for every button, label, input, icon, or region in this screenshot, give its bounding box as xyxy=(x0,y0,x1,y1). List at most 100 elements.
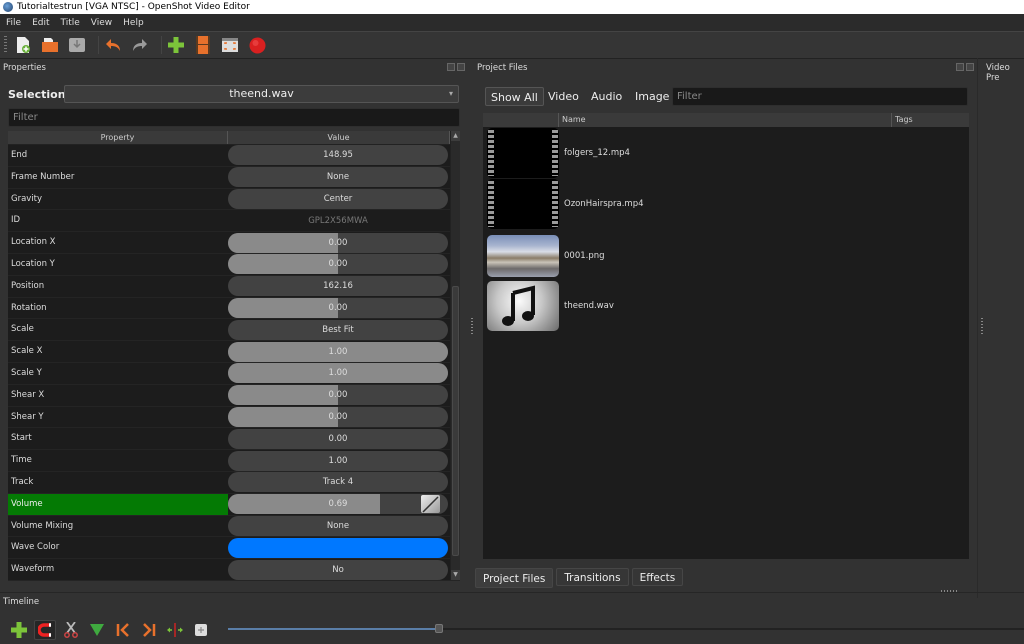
property-row[interactable]: ID GPL2X56MWA xyxy=(8,210,460,233)
choose-profile-button[interactable] xyxy=(193,35,213,55)
property-row[interactable]: Shear X 0.00 xyxy=(8,385,460,407)
property-value-field[interactable]: Track 4 xyxy=(228,472,448,493)
scroll-down-icon[interactable]: ▼ xyxy=(451,570,460,580)
fullscreen-button[interactable] xyxy=(220,35,240,55)
properties-filter-input[interactable]: Filter xyxy=(8,108,460,127)
property-value-field[interactable]: 148.95 xyxy=(228,145,448,166)
property-row[interactable]: Location X 0.00 xyxy=(8,232,460,254)
image-thumbnail xyxy=(487,235,559,277)
import-files-button[interactable] xyxy=(166,35,186,55)
slider-fill xyxy=(228,232,338,253)
float-dock-icon[interactable] xyxy=(956,63,964,71)
filter-video-button[interactable]: Video xyxy=(543,87,584,106)
property-value-field[interactable]: 162.16 xyxy=(228,276,448,297)
toolbar-grip[interactable] xyxy=(4,36,7,54)
property-slider[interactable]: 0.00 xyxy=(228,254,448,275)
property-name: Track xyxy=(11,476,34,487)
property-row[interactable]: Location Y 0.00 xyxy=(8,254,460,276)
keyframe-interpolation-icon[interactable] xyxy=(421,495,440,514)
file-item[interactable]: 0001.png xyxy=(487,231,787,281)
property-value-field[interactable]: No xyxy=(228,559,448,580)
property-row[interactable]: Waveform No xyxy=(8,559,460,581)
property-row[interactable]: Track Track 4 xyxy=(8,472,460,494)
dock-splitter-handle[interactable] xyxy=(471,318,473,336)
property-value-cell: 1.00 xyxy=(228,450,448,471)
add-marker-button[interactable] xyxy=(86,620,108,640)
file-item[interactable]: OzonHairspra.mp4 xyxy=(487,179,787,229)
previous-marker-button[interactable] xyxy=(112,620,134,640)
property-row[interactable]: Shear Y 0.00 xyxy=(8,406,460,429)
menu-title[interactable]: Title xyxy=(61,18,80,28)
razor-tool-button[interactable] xyxy=(60,620,82,640)
property-value-cell: Center xyxy=(228,188,448,209)
add-track-button[interactable] xyxy=(8,620,30,640)
close-dock-icon[interactable] xyxy=(457,63,465,71)
export-video-button[interactable] xyxy=(247,35,267,55)
property-row[interactable]: Frame Number None xyxy=(8,167,460,189)
column-header-name[interactable]: Name xyxy=(559,113,892,127)
property-row[interactable]: Rotation 0.00 xyxy=(8,297,460,320)
property-slider[interactable]: 1.00 xyxy=(228,341,448,362)
property-value-field[interactable]: Best Fit xyxy=(228,319,448,340)
property-row[interactable]: Start 0.00 xyxy=(8,428,460,451)
property-value-field[interactable]: Center xyxy=(228,188,448,209)
slider-fill xyxy=(228,406,338,427)
property-slider[interactable]: 0.69 xyxy=(228,494,448,515)
property-value-field[interactable]: None xyxy=(228,515,448,536)
property-slider[interactable]: 0.00 xyxy=(228,297,448,318)
property-value-field[interactable]: 0.00 xyxy=(228,428,448,449)
property-slider[interactable]: 0.00 xyxy=(228,406,448,427)
filter-image-button[interactable]: Image xyxy=(630,87,674,106)
property-row[interactable]: End 148.95 xyxy=(8,145,460,167)
property-slider[interactable]: 1.00 xyxy=(228,363,448,384)
new-project-button[interactable] xyxy=(13,35,33,55)
menu-help[interactable]: Help xyxy=(123,18,144,28)
property-value-field[interactable]: None xyxy=(228,167,448,188)
next-marker-button[interactable] xyxy=(138,620,160,640)
property-row[interactable]: Scale Y 1.00 xyxy=(8,363,460,385)
float-dock-icon[interactable] xyxy=(447,63,455,71)
column-header-value[interactable]: Value xyxy=(228,131,450,144)
save-project-button[interactable] xyxy=(67,35,87,55)
selection-dropdown[interactable]: theend.wav ▾ xyxy=(64,85,459,103)
properties-scrollbar[interactable]: ▲ ▼ xyxy=(450,131,460,580)
file-item[interactable]: theend.wav xyxy=(487,281,787,331)
property-row[interactable]: Volume 0.69 xyxy=(8,493,460,516)
filter-show-all-button[interactable]: Show All xyxy=(485,87,544,106)
timeline-zoom-slider-handle[interactable] xyxy=(434,624,443,633)
redo-button[interactable] xyxy=(130,35,150,55)
menu-edit[interactable]: Edit xyxy=(32,18,49,28)
close-dock-icon[interactable] xyxy=(966,63,974,71)
property-row[interactable]: Scale X 1.00 xyxy=(8,341,460,363)
property-value-cell: 1.00 xyxy=(228,363,448,384)
tab-project-files[interactable]: Project Files xyxy=(475,568,554,588)
tab-effects[interactable]: Effects xyxy=(631,568,684,586)
property-row[interactable]: Time 1.00 xyxy=(8,450,460,472)
undo-button[interactable] xyxy=(103,35,123,55)
menu-view[interactable]: View xyxy=(91,18,112,28)
property-value-field[interactable]: 1.00 xyxy=(228,450,448,471)
property-row[interactable]: Gravity Center xyxy=(8,188,460,211)
filter-audio-button[interactable]: Audio xyxy=(586,87,627,106)
scroll-up-icon[interactable]: ▲ xyxy=(451,131,460,141)
color-swatch[interactable] xyxy=(228,537,448,558)
dock-splitter-handle[interactable] xyxy=(981,318,983,336)
property-row[interactable]: Volume Mixing None xyxy=(8,515,460,538)
project-files-filter-input[interactable]: Filter xyxy=(672,87,968,106)
center-playhead-button[interactable] xyxy=(164,620,186,640)
tab-transitions[interactable]: Transitions xyxy=(556,568,629,586)
property-slider[interactable]: 0.00 xyxy=(228,385,448,406)
column-header-property[interactable]: Property xyxy=(8,131,228,144)
property-row[interactable]: Scale Best Fit xyxy=(8,319,460,342)
column-header-tags[interactable]: Tags xyxy=(892,113,969,127)
property-slider[interactable]: 0.00 xyxy=(228,232,448,253)
property-row[interactable]: Position 162.16 xyxy=(8,276,460,298)
zoom-fit-button[interactable] xyxy=(190,620,212,640)
scrollbar-thumb[interactable] xyxy=(452,286,459,556)
project-files-dock-buttons xyxy=(956,63,974,71)
file-item[interactable]: folgers_12.mp4 xyxy=(487,128,787,178)
menu-file[interactable]: File xyxy=(6,18,21,28)
property-row[interactable]: Wave Color xyxy=(8,537,460,560)
snapping-toggle-button[interactable] xyxy=(34,620,56,640)
open-project-button[interactable] xyxy=(40,35,60,55)
